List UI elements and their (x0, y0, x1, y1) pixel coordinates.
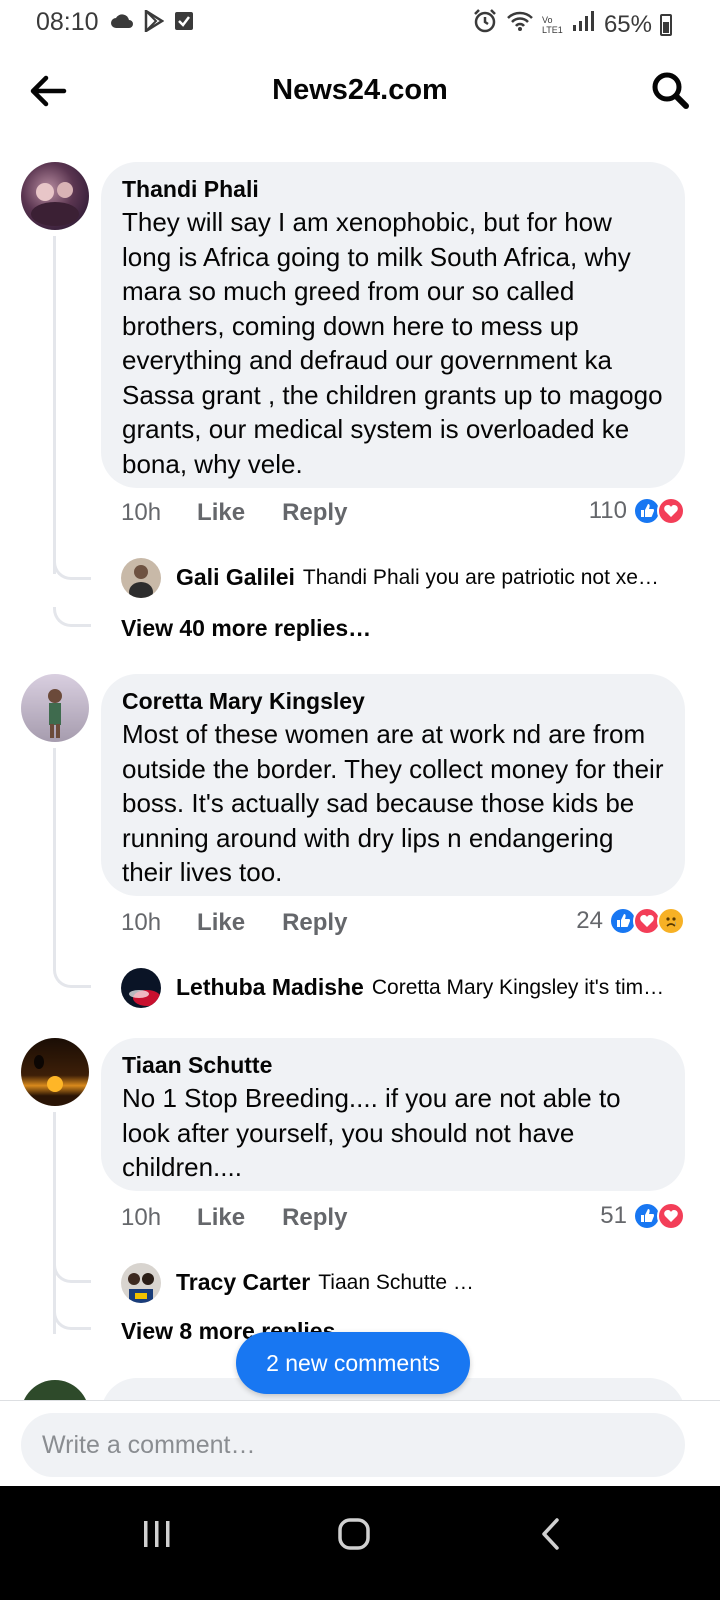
play-store-icon (144, 8, 165, 37)
avatar[interactable] (121, 1263, 161, 1303)
app-header: News24.com (0, 52, 720, 130)
network-label: Vo LTE1 (541, 14, 563, 35)
thread-connector (53, 560, 91, 580)
notification-icons (110, 8, 194, 37)
like-button[interactable]: Like (197, 1204, 245, 1232)
comment-text: They will say I am xenophobic, but for h… (122, 207, 663, 479)
thread-connector (53, 607, 91, 627)
comment-input[interactable] (21, 1413, 685, 1477)
avatar[interactable] (21, 1038, 89, 1106)
battery-text: 65% (603, 10, 652, 38)
comment-bubble[interactable]: Tiaan Schutte No 1 Stop Breeding.... if … (101, 1038, 685, 1191)
comment-text: Most of these women are at work nd are f… (122, 719, 664, 887)
recent-apps-button[interactable] (122, 1508, 192, 1564)
reply-preview[interactable]: Tracy Carter Tiaan Schutte … (176, 1269, 686, 1296)
status-right: Vo LTE1 65% (472, 8, 672, 41)
checkbox-icon (174, 11, 194, 36)
reply-text: Thandi Phali you are patriotic not xe… (302, 565, 659, 589)
comment-time: 10h (121, 909, 162, 936)
reaction-summary[interactable]: 51 (600, 1202, 685, 1230)
reaction-summary[interactable]: 110 (589, 497, 685, 525)
reply-text: Tiaan Schutte … (318, 1270, 474, 1294)
comment-author[interactable]: Tiaan Schutte (122, 1052, 665, 1079)
new-comments-button[interactable]: 2 new comments (236, 1332, 470, 1394)
comment-time: 10h (121, 499, 162, 526)
arrow-left-icon (26, 75, 72, 118)
comment-actions: 10h Like Reply (121, 499, 384, 527)
reply-text: Coretta Mary Kingsley it's tim… (371, 975, 665, 999)
view-more-replies[interactable]: View 40 more replies… (121, 615, 371, 642)
reply-preview[interactable]: Gali Galilei Thandi Phali you are patrio… (176, 564, 686, 591)
thread-connector (53, 968, 91, 988)
comment-bubble[interactable]: Coretta Mary Kingsley Most of these wome… (101, 674, 685, 896)
love-reaction-icon (657, 497, 685, 525)
comment-author[interactable]: Coretta Mary Kingsley (122, 688, 665, 715)
comment-composer (0, 1400, 720, 1486)
wifi-icon (506, 10, 534, 39)
reaction-count: 110 (588, 497, 627, 524)
reaction-count: 51 (600, 1202, 627, 1229)
recent-apps-icon (141, 1519, 173, 1554)
comment-actions: 10h Like Reply (121, 1204, 384, 1232)
thread-connector (53, 1310, 91, 1330)
sad-reaction-icon (657, 907, 685, 935)
alarm-icon (472, 8, 498, 41)
thread-line (53, 1112, 56, 1334)
like-button[interactable]: Like (197, 499, 245, 527)
search-button[interactable] (648, 68, 694, 114)
system-nav-bar (0, 1486, 720, 1600)
comment-bubble[interactable]: Thandi Phali They will say I am xenophob… (101, 162, 685, 488)
comment-author[interactable]: Thandi Phali (122, 176, 665, 203)
chevron-left-icon (539, 1517, 563, 1556)
reply-author[interactable]: Gali Galilei (176, 564, 295, 591)
home-icon (337, 1517, 371, 1556)
search-icon (648, 72, 694, 118)
thread-connector (53, 1263, 91, 1283)
love-reaction-icon (657, 1202, 685, 1230)
comment-text: No 1 Stop Breeding.... if you are not ab… (122, 1083, 621, 1182)
page-title: News24.com (272, 74, 448, 106)
avatar[interactable] (121, 968, 161, 1008)
like-button[interactable]: Like (197, 909, 245, 937)
status-time: 08:10 (36, 8, 99, 36)
thread-line (53, 748, 56, 970)
avatar[interactable] (21, 162, 89, 230)
reaction-count: 24 (576, 907, 603, 934)
cloud-icon (110, 12, 134, 35)
avatar[interactable] (121, 558, 161, 598)
thread-line (53, 236, 56, 574)
reply-author[interactable]: Tracy Carter (176, 1269, 310, 1296)
back-button[interactable] (26, 68, 72, 114)
comment-actions: 10h Like Reply (121, 909, 384, 937)
status-bar: 08:10 Vo LTE1 65% (0, 0, 720, 46)
reply-button[interactable]: Reply (282, 1204, 347, 1232)
battery-icon (660, 13, 672, 36)
avatar[interactable] (21, 674, 89, 742)
reply-button[interactable]: Reply (282, 909, 347, 937)
home-button[interactable] (319, 1508, 389, 1564)
reaction-summary[interactable]: 24 (576, 907, 685, 935)
reply-author[interactable]: Lethuba Madishe (176, 974, 364, 1001)
reply-button[interactable]: Reply (282, 499, 347, 527)
comment-time: 10h (121, 1204, 162, 1231)
reply-preview[interactable]: Lethuba Madishe Coretta Mary Kingsley it… (176, 974, 686, 1001)
signal-icon (572, 10, 596, 39)
back-nav-button[interactable] (516, 1508, 586, 1564)
